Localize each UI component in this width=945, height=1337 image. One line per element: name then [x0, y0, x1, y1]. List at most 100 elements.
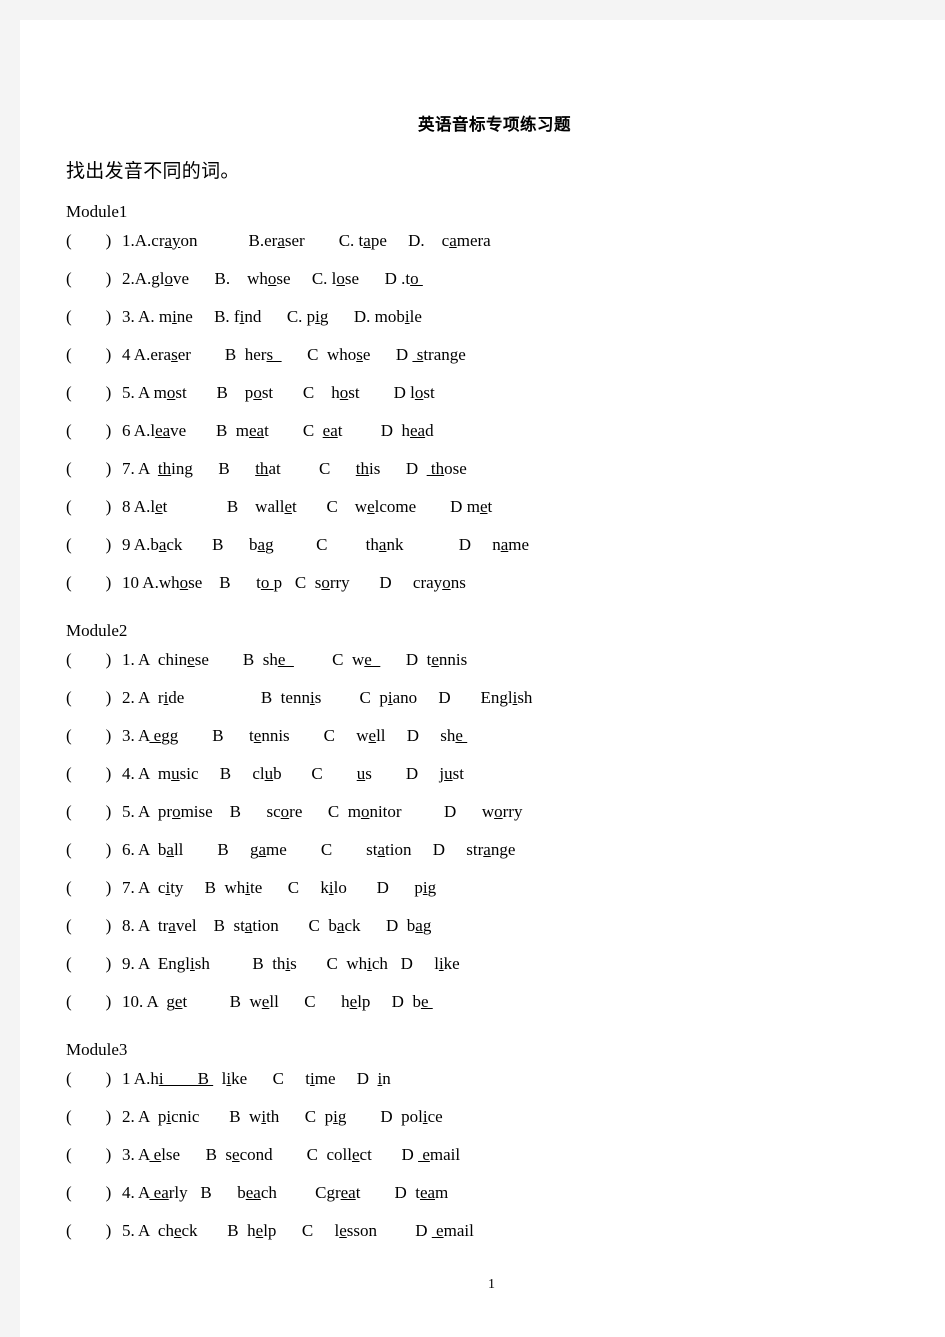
- underlined-text: e: [367, 497, 375, 516]
- option-text: me D: [314, 1069, 378, 1088]
- answer-blank[interactable]: ( ): [66, 526, 122, 564]
- question-row[interactable]: ( ) 1 A.hi B like C time D in: [66, 1060, 945, 1098]
- answer-blank[interactable]: ( ): [66, 298, 122, 336]
- question-row[interactable]: ( ) 4. A music B club C us D just: [66, 755, 945, 793]
- answer-blank[interactable]: ( ): [66, 564, 122, 602]
- underlined-text: s: [171, 345, 178, 364]
- option-text: st B p: [175, 383, 254, 402]
- underlined-text: u: [171, 764, 180, 783]
- underlined-text: ea: [245, 1183, 261, 1202]
- answer-blank[interactable]: ( ): [66, 679, 122, 717]
- underlined-text: e: [149, 1145, 162, 1164]
- underlined-text: e: [277, 650, 294, 669]
- question-row[interactable]: ( ) 9. A English B this C which D like: [66, 945, 945, 983]
- question-row[interactable]: ( ) 1.A.crayon B.eraser C. tape D. camera: [66, 222, 945, 260]
- question-row[interactable]: ( ) 3. A. mine B. find C. pig D. mobile: [66, 298, 945, 336]
- answer-blank[interactable]: ( ): [66, 1212, 122, 1250]
- question-options: 10 A.whose B to p C sorry D crayons: [122, 573, 466, 592]
- option-text: nk D n: [386, 535, 501, 554]
- answer-blank[interactable]: ( ): [66, 488, 122, 526]
- underlined-text: a: [258, 840, 267, 859]
- question-row[interactable]: ( ) 10 A.whose B to p C sorry D crayons: [66, 564, 945, 602]
- answer-blank[interactable]: ( ): [66, 412, 122, 450]
- option-text: rry D cray: [329, 573, 443, 592]
- question-row[interactable]: ( ) 5. A check B help C lesson D email: [66, 1212, 945, 1250]
- question-row[interactable]: ( ) 6. A ball B game C station D strange: [66, 831, 945, 869]
- instruction-text: 找出发音不同的词。: [66, 161, 240, 182]
- option-text: 2.A.gl: [122, 269, 165, 288]
- question-options: 4. A early B beach Cgreat D team: [122, 1183, 448, 1202]
- question-row[interactable]: ( ) 8. A travel B station C back D bag: [66, 907, 945, 945]
- option-text: re C m: [289, 802, 361, 821]
- question-row[interactable]: ( ) 4 A.eraser B hers C whose D strange: [66, 336, 945, 374]
- question-row[interactable]: ( ) 10. A get B well C help D be: [66, 983, 945, 1021]
- answer-blank[interactable]: ( ): [66, 983, 122, 1021]
- question-row[interactable]: ( ) 6 A.leave B meat C eat D head: [66, 412, 945, 450]
- question-options: 2. A picnic B with C pig D police: [122, 1107, 443, 1126]
- answer-blank[interactable]: ( ): [66, 374, 122, 412]
- page-number: 1: [488, 1277, 495, 1292]
- underlined-text: o: [410, 269, 423, 288]
- question-row[interactable]: ( ) 4. A early B beach Cgreat D team: [66, 1174, 945, 1212]
- answer-blank[interactable]: ( ): [66, 260, 122, 298]
- answer-blank[interactable]: ( ): [66, 945, 122, 983]
- option-text: b C: [273, 764, 357, 783]
- question-row[interactable]: ( ) 5. A promise B score C monitor D worr…: [66, 793, 945, 831]
- question-row[interactable]: ( ) 7. A thing B that C this D those: [66, 450, 945, 488]
- question-row[interactable]: ( ) 9 A.back B bag C thank D name: [66, 526, 945, 564]
- answer-blank[interactable]: ( ): [66, 793, 122, 831]
- option-text: m: [435, 1183, 449, 1202]
- question-row[interactable]: ( ) 2.A.glove B. whose C. lose D .to: [66, 260, 945, 298]
- question-row[interactable]: ( ) 3. A else B second C collect D email: [66, 1136, 945, 1174]
- question-options: 2. A ride B tennis C piano D English: [122, 688, 532, 707]
- option-text: 1.A.cr: [122, 231, 165, 250]
- question-row[interactable]: ( ) 2. A picnic B with C pig D police: [66, 1098, 945, 1136]
- answer-blank[interactable]: ( ): [66, 755, 122, 793]
- answer-blank[interactable]: ( ): [66, 336, 122, 374]
- option-text: ll C h: [269, 992, 350, 1011]
- option-text: s D j: [365, 764, 445, 783]
- option-text: p C s: [273, 573, 322, 592]
- question-row[interactable]: ( ) 1. A chinese B she C we D tennis: [66, 641, 945, 679]
- option-text: se B t: [188, 573, 261, 592]
- option-text: ve B m: [170, 421, 250, 440]
- option-text: vel B st: [175, 916, 245, 935]
- underlined-text: o: [494, 802, 503, 821]
- option-text: rry: [502, 802, 523, 821]
- answer-blank[interactable]: ( ): [66, 831, 122, 869]
- option-text: ose: [444, 459, 467, 478]
- question-row[interactable]: ( ) 2. A ride B tennis C piano D English: [66, 679, 945, 717]
- underlined-text: e: [173, 1221, 182, 1240]
- question-row[interactable]: ( ) 7. A city B white C kilo D pig: [66, 869, 945, 907]
- option-text: se D .t: [344, 269, 411, 288]
- option-text: 6 A.l: [122, 421, 156, 440]
- option-text: th C p: [266, 1107, 334, 1126]
- underlined-text: ea: [410, 421, 426, 440]
- question-options: 3. A else B second C collect D email: [122, 1145, 460, 1164]
- answer-blank[interactable]: ( ): [66, 1136, 122, 1174]
- option-text: me: [508, 535, 530, 554]
- answer-blank[interactable]: ( ): [66, 450, 122, 488]
- option-text: n: [382, 1069, 391, 1088]
- question-options: 1.A.crayon B.eraser C. tape D. camera: [122, 231, 491, 250]
- answer-blank[interactable]: ( ): [66, 1060, 122, 1098]
- answer-blank[interactable]: ( ): [66, 222, 122, 260]
- question-row[interactable]: ( ) 8 A.let B wallet C welcome D met: [66, 488, 945, 526]
- option-text: 3. A: [122, 726, 150, 745]
- answer-blank[interactable]: ( ): [66, 869, 122, 907]
- option-text: 5. A m: [122, 383, 167, 402]
- answer-blank[interactable]: ( ): [66, 907, 122, 945]
- question-row[interactable]: ( ) 5. A most B post C host D lost: [66, 374, 945, 412]
- option-text: cnic B w: [171, 1107, 262, 1126]
- answer-blank[interactable]: ( ): [66, 641, 122, 679]
- question-options: 6. A ball B game C station D strange: [122, 840, 515, 859]
- underlined-text: y: [172, 231, 181, 250]
- answer-blank[interactable]: ( ): [66, 1174, 122, 1212]
- option-text: cond C coll: [239, 1145, 352, 1164]
- answer-blank[interactable]: ( ): [66, 1098, 122, 1136]
- answer-blank[interactable]: ( ): [66, 717, 122, 755]
- option-text: ke C t: [231, 1069, 310, 1088]
- question-row[interactable]: ( ) 3. A egg B tennis C well D she: [66, 717, 945, 755]
- option-text: 8. A tr: [122, 916, 169, 935]
- underlined-text: u: [264, 764, 274, 783]
